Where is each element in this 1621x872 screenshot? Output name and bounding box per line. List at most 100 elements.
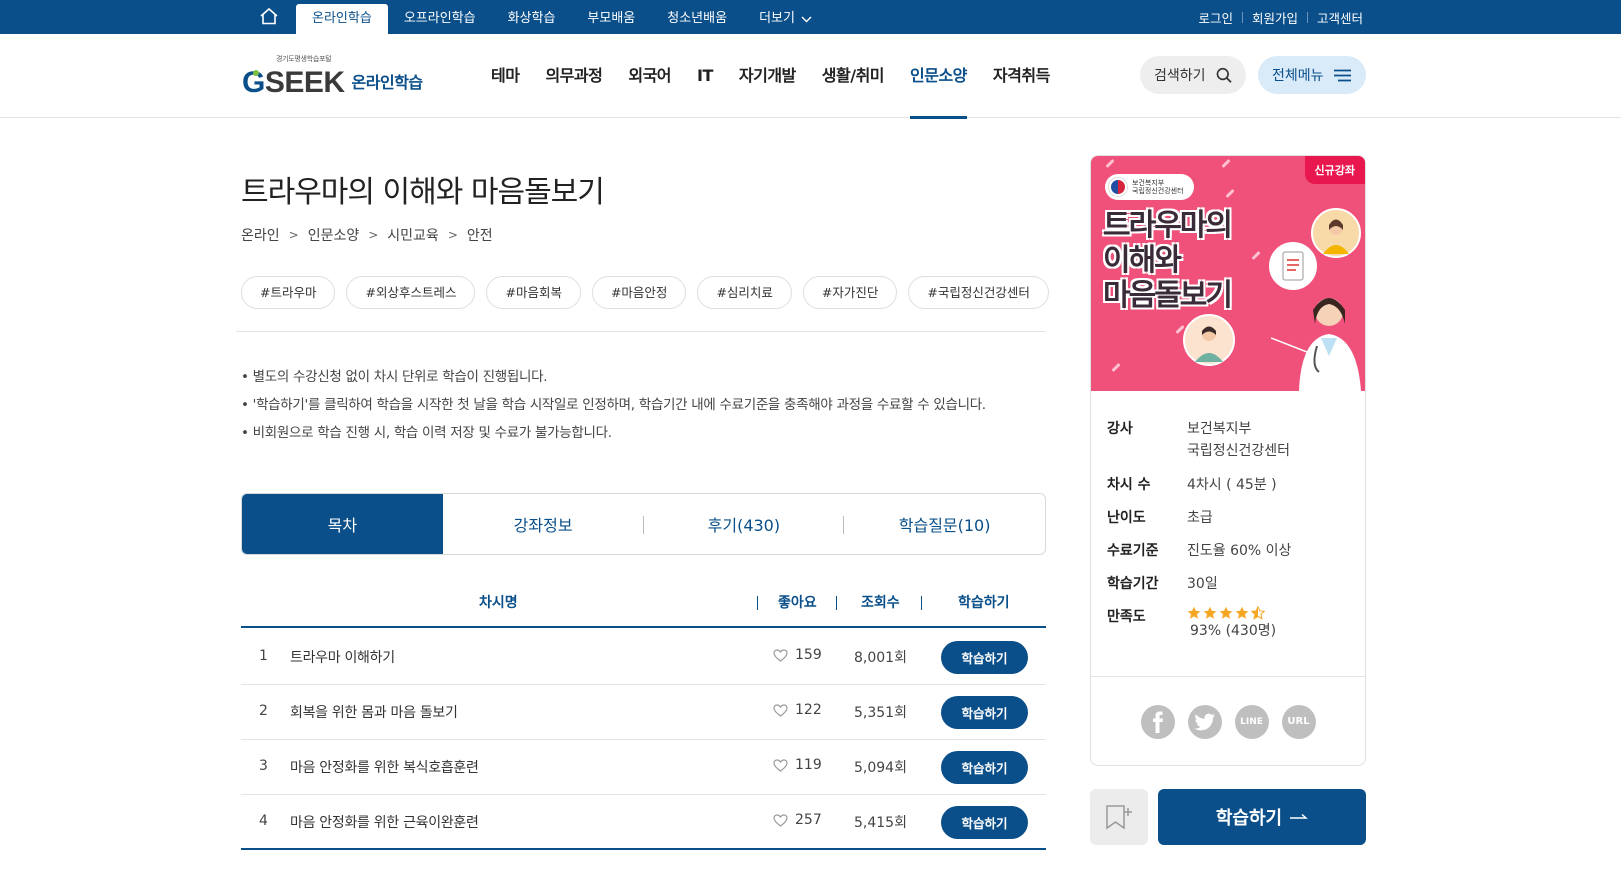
tab-contents[interactable]: 목차 bbox=[242, 494, 443, 554]
search-icon bbox=[1216, 67, 1232, 83]
search-button[interactable]: 검색하기 bbox=[1140, 56, 1246, 94]
url-copy-icon[interactable]: URL bbox=[1281, 704, 1316, 739]
divider bbox=[236, 331, 1046, 332]
star-icon bbox=[1235, 606, 1249, 619]
like-count: 119 bbox=[795, 757, 822, 773]
logo-sub: 온라인학습 bbox=[351, 73, 424, 92]
decor-dash bbox=[1221, 158, 1231, 169]
thumbnail-title-line: 마음돌보기 bbox=[1103, 278, 1233, 313]
line-icon[interactable]: LINE bbox=[1234, 704, 1269, 739]
course-tabs: 목차 강좌정보 후기(430) 학습질문(10) bbox=[241, 493, 1046, 555]
col-action: 학습하기 bbox=[958, 595, 1010, 611]
col-name: 차시명 bbox=[479, 595, 518, 611]
info-key: 강사 bbox=[1107, 421, 1133, 437]
bookmark-button[interactable] bbox=[1090, 789, 1148, 845]
divider bbox=[757, 596, 758, 610]
view-count: 5,094회 bbox=[854, 760, 907, 776]
url-icon-label: URL bbox=[1287, 716, 1310, 727]
site-logo[interactable]: 경기도평생학습포털 G SEEK 온라인학습 bbox=[242, 54, 423, 100]
top-tab-parent[interactable]: 부모배움 bbox=[571, 4, 651, 34]
logo-mark: G SEEK bbox=[242, 66, 345, 100]
info-value: 보건복지부 국립정신건강센터 bbox=[1187, 418, 1290, 462]
tag-chip[interactable]: #외상후스트레스 bbox=[346, 276, 476, 309]
nav-item-hobby[interactable]: 생활/취미 bbox=[809, 34, 897, 118]
lesson-name[interactable]: 마음 안정화를 위한 근육이완훈련 bbox=[290, 812, 479, 832]
decor-dash bbox=[1111, 362, 1121, 373]
divider bbox=[921, 596, 922, 610]
info-key: 차시 수 bbox=[1107, 477, 1151, 493]
util-links: 로그인 회원가입 고객센터 bbox=[1198, 0, 1363, 34]
lesson-name[interactable]: 회복을 위한 몸과 마음 돌보기 bbox=[290, 702, 458, 722]
course-summary-card: 신규강좌 보건복지부 국립정신건강센터 트라우마의 이해와 마음돌보기 강사 보… bbox=[1090, 155, 1366, 766]
thumbnail-title: 트라우마의 이해와 마음돌보기 bbox=[1103, 208, 1233, 313]
tab-reviews[interactable]: 후기(430) bbox=[644, 494, 845, 554]
like-button[interactable]: 122 bbox=[773, 702, 822, 718]
heart-icon bbox=[773, 813, 788, 827]
breadcrumb-item[interactable]: 인문소양 bbox=[308, 225, 360, 245]
study-button[interactable]: 학습하기 bbox=[941, 806, 1028, 839]
breadcrumb-item[interactable]: 시민교육 bbox=[387, 225, 439, 245]
breadcrumb-item[interactable]: 온라인 bbox=[241, 225, 280, 245]
home-icon[interactable] bbox=[258, 5, 280, 27]
like-count: 122 bbox=[795, 702, 822, 718]
tag-chip[interactable]: #심리치료 bbox=[697, 276, 792, 309]
tab-questions[interactable]: 학습질문(10) bbox=[844, 494, 1045, 554]
tag-chip[interactable]: #마음안정 bbox=[591, 276, 687, 309]
tag-chip[interactable]: #국립정신건강센터 bbox=[908, 276, 1049, 309]
like-button[interactable]: 159 bbox=[773, 647, 822, 663]
tab-course-info[interactable]: 강좌정보 bbox=[443, 494, 644, 554]
illustration-circle bbox=[1183, 314, 1235, 366]
tag-chip[interactable]: #자가진단 bbox=[802, 276, 898, 309]
like-button[interactable]: 119 bbox=[773, 757, 822, 773]
support-link[interactable]: 고객센터 bbox=[1317, 8, 1363, 27]
org-line: 보건복지부 bbox=[1132, 179, 1165, 187]
divider bbox=[836, 596, 837, 610]
table-row: 1 트라우마 이해하기 159 8,001회 학습하기 bbox=[241, 630, 1046, 685]
study-button[interactable]: 학습하기 bbox=[941, 641, 1028, 674]
nav-item-language[interactable]: 외국어 bbox=[615, 34, 684, 118]
info-value: 93% (430명) bbox=[1187, 606, 1276, 642]
instructor-line: 보건복지부 bbox=[1187, 421, 1252, 437]
top-tab-more[interactable]: 더보기 bbox=[743, 4, 828, 34]
signup-link[interactable]: 회원가입 bbox=[1252, 8, 1298, 27]
like-button[interactable]: 257 bbox=[773, 812, 822, 828]
top-tab-video[interactable]: 화상학습 bbox=[492, 4, 572, 34]
study-button[interactable]: 학습하기 bbox=[941, 751, 1028, 784]
col-views: 조회수 bbox=[861, 595, 900, 611]
course-thumbnail: 신규강좌 보건복지부 국립정신건강센터 트라우마의 이해와 마음돌보기 bbox=[1091, 156, 1365, 391]
lesson-name[interactable]: 트라우마 이해하기 bbox=[290, 647, 395, 667]
lesson-name[interactable]: 마음 안정화를 위한 복식호흡훈련 bbox=[290, 757, 479, 777]
info-key: 난이도 bbox=[1107, 510, 1146, 526]
top-tab-label: 오프라인학습 bbox=[403, 11, 476, 26]
top-tab-offline[interactable]: 오프라인학습 bbox=[388, 4, 492, 34]
login-link[interactable]: 로그인 bbox=[1198, 8, 1233, 27]
bookmark-add-icon bbox=[1106, 805, 1132, 830]
top-tab-label: 화상학습 bbox=[507, 11, 556, 26]
nav-item-theme[interactable]: 테마 bbox=[478, 34, 532, 118]
lesson-number: 3 bbox=[259, 758, 268, 774]
twitter-icon[interactable] bbox=[1187, 704, 1222, 739]
top-tab-online[interactable]: 온라인학습 bbox=[296, 4, 388, 34]
lesson-number: 1 bbox=[259, 648, 268, 664]
facebook-icon[interactable] bbox=[1140, 704, 1175, 739]
half-star-icon bbox=[1251, 606, 1265, 620]
top-tab-label: 부모배움 bbox=[587, 11, 636, 26]
top-tab-label: 청소년배움 bbox=[667, 11, 728, 26]
tag-chip[interactable]: #마음회복 bbox=[486, 276, 581, 309]
nav-item-mandatory[interactable]: 의무과정 bbox=[532, 34, 615, 118]
tag-chip[interactable]: #트라우마 bbox=[241, 276, 336, 309]
info-key: 학습기간 bbox=[1107, 576, 1159, 592]
study-button[interactable]: 학습하기 bbox=[941, 696, 1028, 729]
nav-item-self-dev[interactable]: 자기개발 bbox=[726, 34, 809, 118]
start-learning-button[interactable]: 학습하기 bbox=[1158, 789, 1366, 845]
info-value: 초급 bbox=[1187, 510, 1213, 526]
top-tab-youth[interactable]: 청소년배움 bbox=[651, 4, 743, 34]
nav-item-certificate[interactable]: 자격취득 bbox=[980, 34, 1063, 118]
all-menu-button[interactable]: 전체메뉴 bbox=[1258, 56, 1366, 94]
breadcrumb-item[interactable]: 안전 bbox=[467, 225, 493, 245]
doctor-illustration bbox=[1271, 298, 1361, 391]
view-count: 5,415회 bbox=[854, 815, 907, 831]
table-row: 2 회복을 위한 몸과 마음 돌보기 122 5,351회 학습하기 bbox=[241, 685, 1046, 740]
nav-item-humanities[interactable]: 인문소양 bbox=[897, 34, 980, 119]
nav-item-it[interactable]: IT bbox=[684, 34, 726, 118]
